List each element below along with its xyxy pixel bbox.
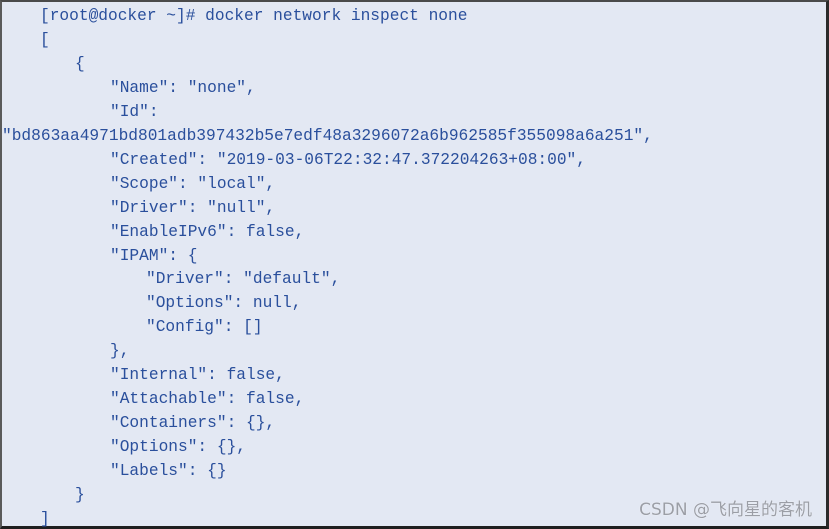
output-line: "Id": — [110, 102, 159, 121]
watermark: CSDN @飞向星的客机 — [639, 500, 812, 520]
output-line: "Config": [] — [146, 318, 263, 337]
output-line: "Name": "none", — [110, 78, 256, 97]
output-line: "Scope": "local", — [110, 174, 276, 193]
output-line: "Containers": {}, — [110, 414, 276, 433]
output-line: "bd863aa4971bd801adb397432b5e7edf48a3296… — [2, 126, 653, 145]
output-line: "Options": {}, — [110, 438, 246, 457]
output-line: "Created": "2019-03-06T22:32:47.37220426… — [110, 150, 586, 169]
shell-command: docker network inspect none — [205, 7, 468, 25]
output-line: [ — [40, 30, 50, 49]
output-line: "EnableIPv6": false, — [110, 222, 305, 241]
shell-prompt: [root@docker ~]# — [40, 7, 196, 25]
output-line: { — [75, 54, 85, 73]
output-line: "Labels": {} — [110, 462, 227, 481]
output-line: }, — [110, 342, 130, 361]
output-line: ] — [40, 509, 50, 528]
output-line: "Internal": false, — [110, 366, 285, 385]
output-line: "IPAM": { — [110, 246, 198, 265]
output-line: "Driver": "null", — [110, 198, 276, 217]
output-line: "Driver": "default", — [146, 270, 341, 289]
output-line: } — [75, 486, 85, 504]
output-line: "Attachable": false, — [110, 390, 305, 409]
terminal-screenshot: [root@docker ~]# docker network inspect … — [0, 0, 829, 529]
command-line: [root@docker ~]# docker network inspect … — [40, 6, 467, 26]
output-line: "Options": null, — [146, 294, 302, 313]
